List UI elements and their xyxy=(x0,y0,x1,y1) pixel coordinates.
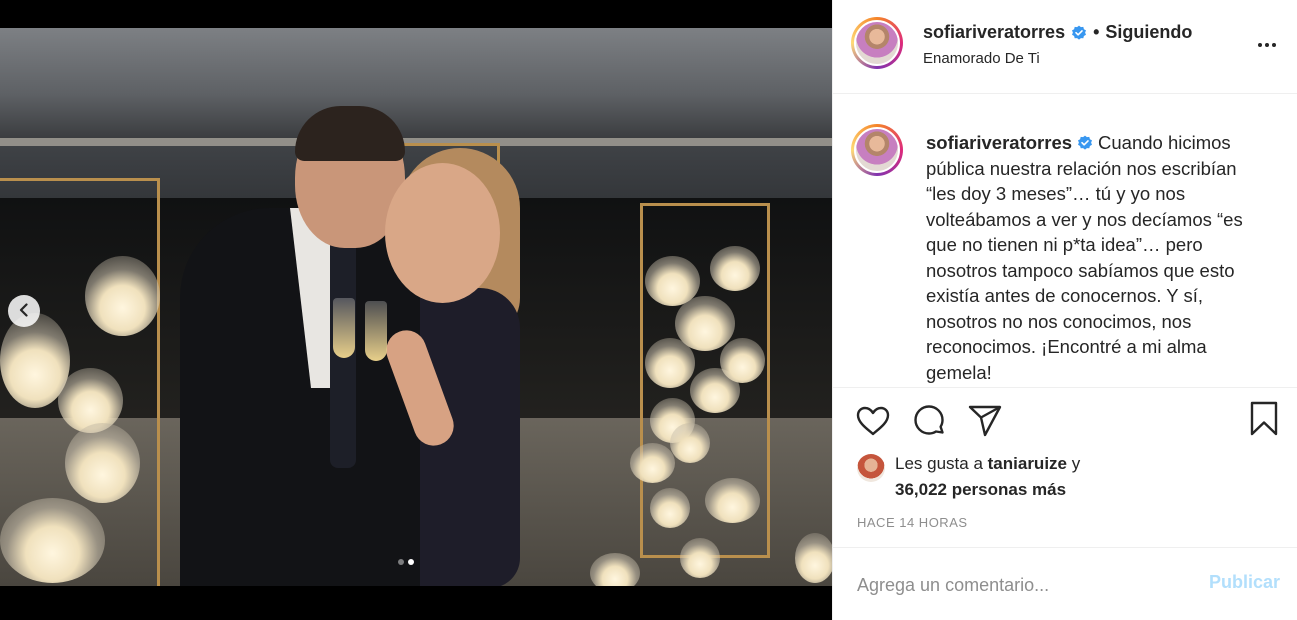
post-header: sofiariveratorres • Siguiendo Enamorado … xyxy=(833,0,1297,94)
post-details-panel: sofiariveratorres • Siguiendo Enamorado … xyxy=(832,0,1297,620)
post-caption: sofiariveratorres Cuando hicimos pública… xyxy=(833,94,1297,388)
verified-badge-icon xyxy=(1071,25,1087,41)
carousel-dot-active xyxy=(408,559,414,565)
like-button[interactable] xyxy=(855,405,891,441)
instagram-post-view: sofiariveratorres • Siguiendo Enamorado … xyxy=(0,0,1297,620)
likes-connector: y xyxy=(1071,454,1081,473)
caption-text: Cuando hicimos pública nuestra relación … xyxy=(926,132,1243,383)
separator: • xyxy=(1093,22,1100,42)
comment-input[interactable] xyxy=(855,571,1179,599)
carousel-prev-button[interactable] xyxy=(8,295,40,327)
heart-icon xyxy=(856,406,890,441)
post-location[interactable]: Enamorado De Ti xyxy=(923,50,1040,67)
more-options-icon[interactable] xyxy=(1252,30,1282,60)
post-actions: Les gusta a taniaruize y 36,022 personas… xyxy=(833,388,1297,548)
post-username[interactable]: sofiariveratorres xyxy=(923,22,1065,43)
bookmark-icon xyxy=(1249,401,1279,442)
paper-plane-icon xyxy=(968,405,1002,442)
post-timestamp[interactable]: HACE 14 HORAS xyxy=(857,515,968,530)
save-button[interactable] xyxy=(1246,401,1282,442)
liker-avatar[interactable] xyxy=(857,454,885,482)
caption-username[interactable]: sofiariveratorres xyxy=(926,132,1072,153)
comment-button[interactable] xyxy=(911,404,947,443)
comment-icon xyxy=(912,404,946,443)
avatar[interactable] xyxy=(851,124,903,176)
share-button[interactable] xyxy=(967,405,1003,441)
verified-badge-icon xyxy=(1077,132,1093,150)
following-button[interactable]: Siguiendo xyxy=(1105,22,1192,43)
comment-form: Publicar xyxy=(833,548,1297,620)
chevron-left-icon xyxy=(18,302,30,320)
post-media xyxy=(0,0,832,620)
likes-count[interactable]: 36,022 personas más xyxy=(895,480,1066,500)
post-photo[interactable] xyxy=(0,28,832,586)
publish-button[interactable]: Publicar xyxy=(1209,572,1280,593)
liker-username[interactable]: taniaruize xyxy=(988,454,1067,473)
likes-prefix: Les gusta a xyxy=(895,454,983,473)
carousel-indicators xyxy=(398,559,414,565)
avatar[interactable] xyxy=(851,17,903,69)
carousel-dot xyxy=(398,559,404,565)
